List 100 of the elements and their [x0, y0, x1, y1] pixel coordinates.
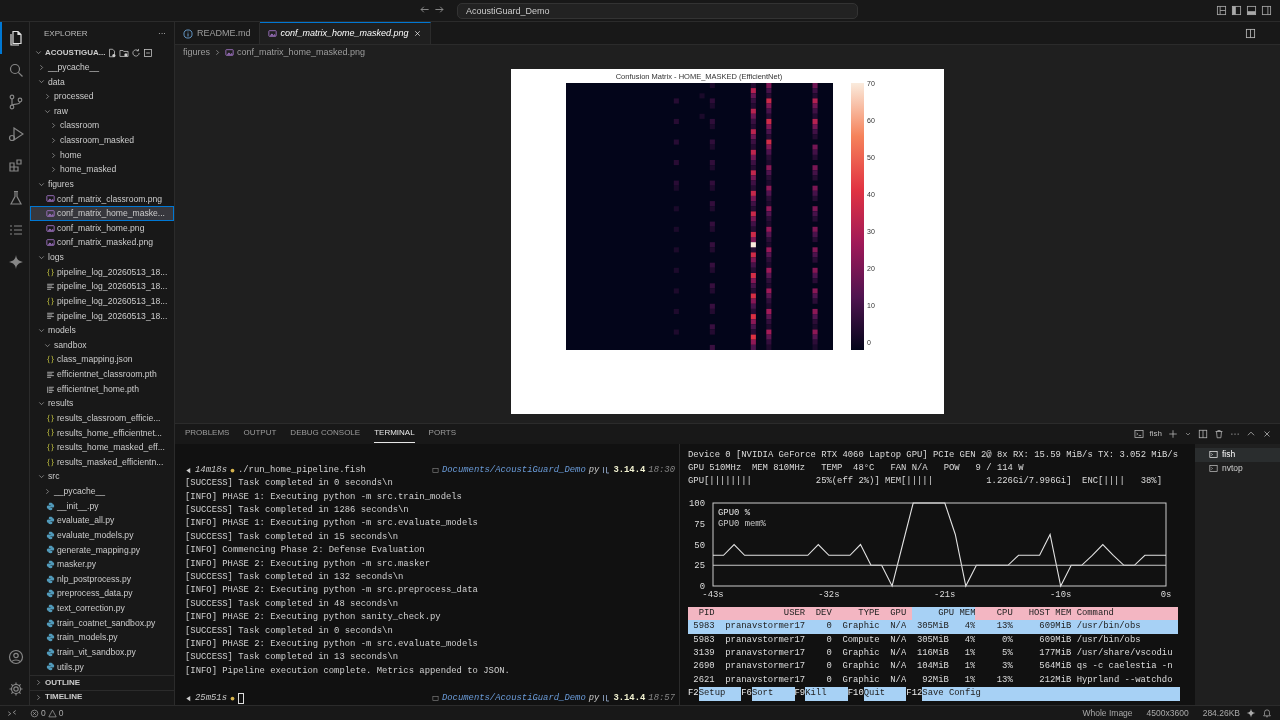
folder-item[interactable]: home_masked	[30, 162, 174, 177]
folder-item[interactable]: results	[30, 396, 174, 411]
file-item[interactable]: pipeline_log_20260513_18...	[30, 264, 174, 280]
sidebar-toggle-icon[interactable]	[1231, 5, 1242, 16]
problems-indicator[interactable]: 0 0	[30, 706, 64, 720]
add-icon[interactable]	[1168, 429, 1178, 439]
new-file-icon[interactable]	[107, 47, 118, 58]
column-header[interactable]: Command	[1076, 606, 1173, 621]
chevron-right-icon[interactable]	[34, 678, 43, 688]
file-item[interactable]: masker.py	[30, 557, 174, 572]
panel-tab[interactable]: DEBUG CONSOLE	[290, 424, 361, 444]
forward-arrow-icon[interactable]	[434, 4, 445, 15]
close-icon[interactable]	[412, 29, 422, 38]
key-action-button[interactable]: Save Config	[922, 687, 1180, 701]
remote-icon[interactable]	[7, 708, 17, 718]
panel-tab[interactable]: PORTS	[428, 424, 457, 444]
file-item[interactable]: efficientnet_classroom.pth	[30, 367, 174, 382]
column-header[interactable]: HOST MEM	[1018, 606, 1072, 621]
chevron-right-icon[interactable]	[49, 165, 58, 175]
folder-item[interactable]: classroom_masked	[30, 133, 174, 148]
branch-icon[interactable]	[7, 94, 24, 110]
file-item[interactable]: preprocess_data.py	[30, 586, 174, 602]
collapse-all-icon[interactable]	[143, 47, 154, 58]
column-header[interactable]: GPU	[884, 606, 907, 621]
file-item[interactable]: pipeline_log_20260513_18...	[30, 308, 174, 324]
chevron-right-icon[interactable]	[49, 121, 58, 131]
file-item[interactable]: conf_matrix_masked.png	[30, 235, 174, 251]
process-row[interactable]: 5983 pranavstormer17 0 Compute N/A 305MiB 4% 0% 609MiB /usr/bin/obs	[688, 633, 1178, 648]
file-item[interactable]: class_mapping.json	[30, 352, 174, 368]
folder-item[interactable]: raw	[30, 103, 174, 119]
column-header[interactable]: DEV	[810, 606, 832, 621]
terminal-list-item[interactable]: fish	[1195, 447, 1280, 462]
file-item[interactable]: nlp_postprocess.py	[30, 571, 174, 587]
folder-item[interactable]: home	[30, 147, 174, 163]
panel-tab[interactable]: PROBLEMS	[185, 424, 230, 444]
chevron-right-icon[interactable]	[49, 150, 58, 160]
folder-item[interactable]: models	[30, 323, 174, 338]
section-header[interactable]: TIMELINE	[30, 689, 174, 705]
key-action-button[interactable]: Setup	[698, 687, 742, 701]
panel-tab[interactable]: OUTPUT	[243, 424, 277, 444]
chevron-right-icon[interactable]	[34, 692, 43, 702]
status-item[interactable]: Whole Image	[1082, 706, 1133, 720]
chevron-right-icon[interactable]	[49, 135, 58, 145]
process-row[interactable]: 2690 pranavstormer17 0 Graphic N/A 104MiB 1% 3% 564MiB qs -c caelestia -n	[688, 660, 1178, 674]
command-center-search[interactable]: AcoustiGuard_Demo	[457, 3, 858, 19]
process-row[interactable]: 5983 pranavstormer17 0 Graphic N/A 305MiB 4% 13% 609MiB /usr/bin/obs	[688, 620, 1178, 634]
folder-item[interactable]: __pycache__	[30, 60, 174, 75]
column-header[interactable]: GPU MEM	[911, 606, 976, 621]
chevron-right-icon[interactable]	[37, 62, 46, 72]
editor-tab[interactable]: conf_matrix_home_masked.png	[259, 22, 431, 44]
file-item[interactable]: results_masked_efficientn...	[30, 454, 174, 470]
file-item[interactable]: utils.py	[30, 659, 174, 675]
process-row[interactable]: 2621 pranavstormer17 0 Graphic N/A 92MiB 1% 13% 212MiB Hyprland --watchdo	[688, 673, 1178, 688]
close-icon[interactable]	[1262, 429, 1272, 439]
panel-tab[interactable]: TERMINAL	[374, 424, 415, 444]
more-actions-button[interactable]: ···	[158, 27, 166, 40]
column-header[interactable]: CPU	[980, 606, 1013, 621]
secondary-sidebar-icon[interactable]	[1261, 5, 1272, 16]
file-item[interactable]: pipeline_log_20260513_18...	[30, 294, 174, 309]
run-debug-icon[interactable]	[7, 126, 24, 142]
file-item[interactable]: results_home_masked_eff...	[30, 440, 174, 455]
status-item[interactable]: 4500x3600	[1146, 706, 1189, 720]
panel-toggle-icon[interactable]	[1246, 5, 1257, 16]
file-item[interactable]: conf_matrix_home.png	[30, 220, 174, 236]
file-item[interactable]: train_vit_sandbox.py	[30, 645, 174, 660]
folder-item[interactable]: processed	[30, 89, 174, 104]
folder-item[interactable]: __pycache__	[30, 484, 174, 499]
key-action-button[interactable]: Kill	[805, 687, 848, 701]
folder-item[interactable]: src	[30, 469, 174, 485]
maximize-icon[interactable]	[1246, 429, 1256, 439]
split-editor-icon[interactable]	[1245, 28, 1256, 39]
file-item[interactable]: results_home_efficientnet...	[30, 425, 174, 441]
trash-icon[interactable]	[1214, 429, 1224, 439]
column-header[interactable]: USER	[719, 606, 806, 621]
file-item[interactable]: __init__.py	[30, 498, 174, 514]
folder-item[interactable]: logs	[30, 250, 174, 265]
folder-item[interactable]: sandbox	[30, 337, 174, 353]
refresh-icon[interactable]	[131, 47, 142, 58]
column-header[interactable]: PID	[688, 606, 715, 621]
back-arrow-icon[interactable]	[419, 4, 430, 15]
file-item[interactable]: efficientnet_home.pth	[30, 381, 174, 397]
checklist-icon[interactable]	[7, 222, 24, 238]
file-item[interactable]: evaluate_all.py	[30, 513, 174, 528]
file-item[interactable]: text_correction.py	[30, 601, 174, 616]
bell-icon[interactable]	[1262, 708, 1272, 718]
file-item[interactable]: evaluate_models.py	[30, 528, 174, 543]
folder-item[interactable]: classroom	[30, 118, 174, 134]
extensions-icon[interactable]	[7, 158, 24, 174]
terminal-list-item[interactable]: nvtop	[1195, 461, 1280, 476]
section-header[interactable]: OUTLINE	[30, 675, 174, 690]
new-folder-icon[interactable]	[119, 47, 130, 58]
folder-item[interactable]: figures	[30, 177, 174, 192]
file-item[interactable]: pipeline_log_20260513_18...	[30, 279, 174, 294]
explorer-icon[interactable]	[7, 30, 24, 46]
chevron-right-icon[interactable]	[43, 92, 52, 102]
file-item[interactable]: generate_mapping.py	[30, 542, 174, 558]
file-item[interactable]: conf_matrix_classroom.png	[30, 191, 174, 207]
file-item[interactable]: results_classroom_efficie...	[30, 411, 174, 426]
sparkle-icon[interactable]	[1246, 708, 1256, 718]
column-header[interactable]: TYPE	[837, 606, 880, 621]
